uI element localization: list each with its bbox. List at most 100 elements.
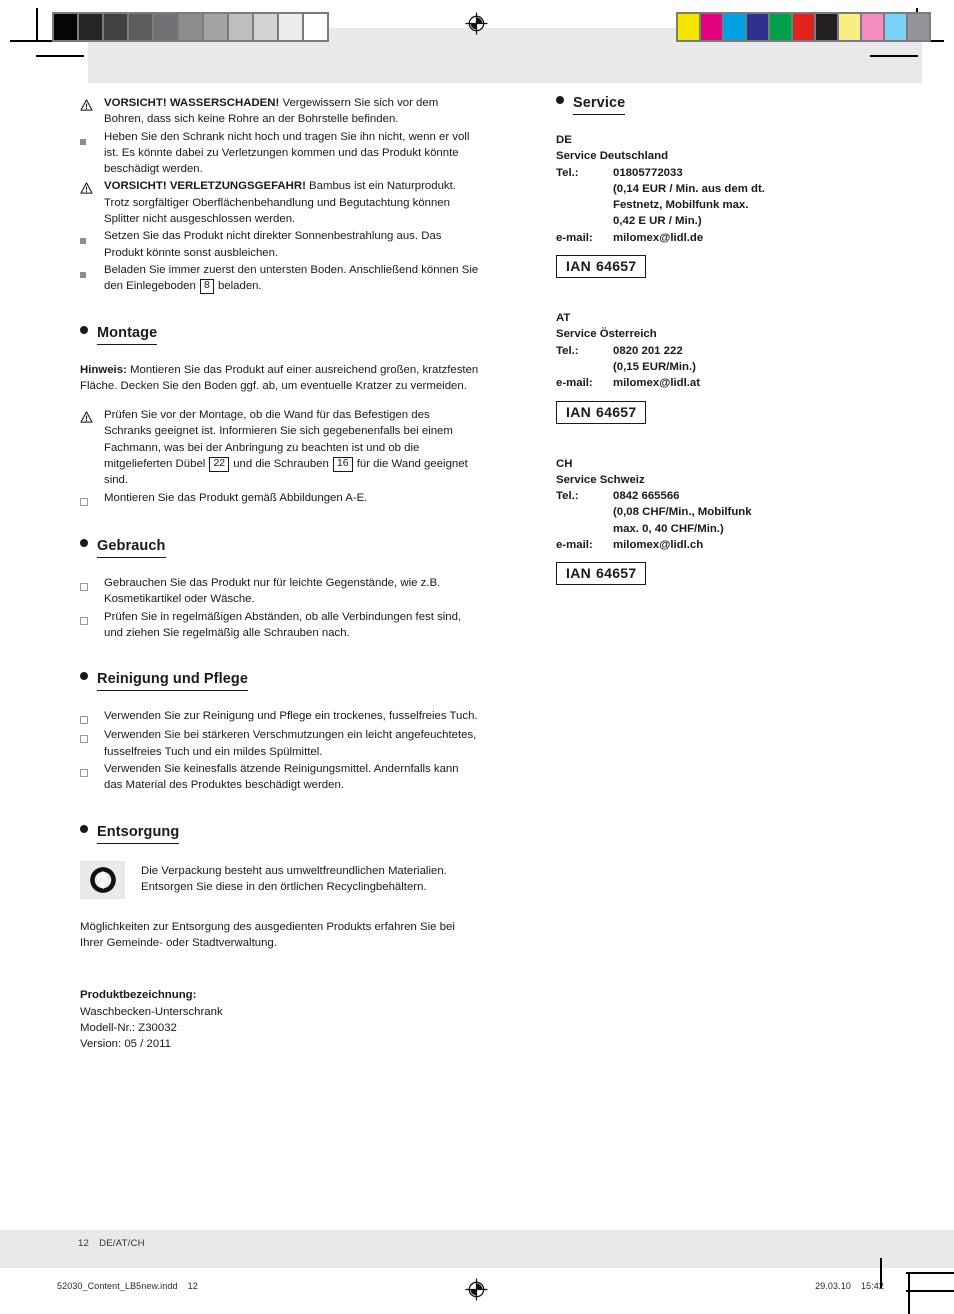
service-tel-note-spacer bbox=[556, 504, 613, 520]
service-tel-note-row: (0,08 CHF/Min., Mobilfunk bbox=[556, 504, 906, 520]
service-email-value-row: e-mail: milomex@lidl.at bbox=[556, 375, 906, 391]
color-swatch-3 bbox=[747, 14, 768, 40]
service-email-value: milomex@lidl.ch bbox=[613, 539, 704, 552]
service-email-value: milomex@lidl.at bbox=[613, 377, 701, 390]
montage-list-item-text: Prüfen Sie vor der Montage, ob die Wand … bbox=[104, 407, 480, 488]
service-tel-value: 0842 665566 bbox=[613, 490, 680, 503]
ian-number-box: IAN 64657 bbox=[556, 562, 647, 586]
hollow-square-bullet-icon bbox=[80, 575, 104, 593]
bullet-dot-icon bbox=[80, 824, 88, 833]
service-tel-label: Tel.: bbox=[556, 344, 579, 357]
ian-label: IAN bbox=[566, 258, 592, 275]
gray-swatch-6 bbox=[204, 14, 227, 40]
crop-mark-top-right-horizontal-b bbox=[870, 55, 918, 57]
part-reference-box: 16 bbox=[333, 457, 353, 472]
safety-text: Setzen Sie das Produkt nicht direkter So… bbox=[104, 230, 442, 259]
gray-swatch-7 bbox=[229, 14, 252, 40]
gebrauch-list-item-text: Prüfen Sie in regelmäßigen Abständen, ob… bbox=[104, 610, 462, 639]
gray-swatch-1 bbox=[79, 14, 102, 40]
part-reference-box: 22 bbox=[209, 457, 230, 472]
ian-value: 64657 bbox=[596, 403, 637, 420]
crop-mark-bottom-right-horizontal-a bbox=[906, 1272, 954, 1274]
hollow-square-bullet-icon bbox=[80, 490, 104, 508]
reinigung-list-item-text: Verwenden Sie bei stärkeren Verschmutzun… bbox=[104, 729, 477, 758]
folio-locale: DE/AT/CH bbox=[99, 1238, 145, 1249]
gray-swatch-5 bbox=[179, 14, 202, 40]
hollow-square-bullet-icon bbox=[80, 761, 104, 779]
part-reference-box: 8 bbox=[200, 279, 214, 294]
service-tel-value: 01805772033 bbox=[613, 166, 683, 179]
service-email-value: milomex@lidl.de bbox=[613, 231, 704, 244]
imprint-file-name: 52030_Content_LB5new.indd bbox=[57, 1281, 178, 1291]
montage-text-mid: und die Schrauben bbox=[230, 458, 332, 471]
gray-swatch-2 bbox=[104, 14, 127, 40]
safety-text-after: beladen. bbox=[214, 280, 262, 293]
service-tel-note-spacer bbox=[556, 359, 613, 375]
section-heading-montage: Montage bbox=[80, 325, 480, 345]
service-email-label: e-mail: bbox=[556, 377, 593, 390]
reinigung-list-item-text: Verwenden Sie keinesfalls ätzende Reinig… bbox=[104, 763, 459, 792]
entsorgung-paragraph: Möglichkeiten zur Entsorgung des ausgedi… bbox=[80, 920, 455, 949]
warning-triangle-icon bbox=[80, 95, 104, 114]
hollow-square-bullet-icon bbox=[80, 727, 104, 745]
safety-instructions-list: VORSICHT! WASSERSCHADEN! Vergewissern Si… bbox=[80, 95, 480, 295]
service-tel-value-row: Tel.: 0842 665566 bbox=[556, 488, 906, 504]
imprint-filename: 52030_Content_LB5new.indd 12 bbox=[57, 1281, 198, 1291]
page-content: VORSICHT! WASSERSCHADEN! Vergewissern Si… bbox=[0, 83, 954, 1230]
crop-mark-top-left-horizontal-b bbox=[36, 55, 84, 57]
montage-list-item: Prüfen Sie vor der Montage, ob die Wand … bbox=[80, 407, 480, 488]
service-tel-note-row: (0,15 EUR/Min.) bbox=[556, 359, 906, 375]
filled-square-bullet-icon bbox=[80, 228, 104, 246]
safety-text: Heben Sie den Schrank nicht hoch und tra… bbox=[104, 130, 470, 176]
warning-triangle-icon bbox=[80, 407, 104, 426]
gray-swatch-4 bbox=[154, 14, 177, 40]
color-swatch-4 bbox=[770, 14, 791, 40]
bullet-dot-icon bbox=[80, 672, 88, 681]
imprint-timestamp: 29.03.10 15:42 bbox=[815, 1281, 884, 1291]
service-country-name: Service Deutschland bbox=[556, 150, 669, 163]
crop-mark-bottom-right-horizontal-b bbox=[906, 1290, 954, 1292]
section-heading-gebrauch: Gebrauch bbox=[80, 538, 480, 558]
service-country-name: Service Schweiz bbox=[556, 473, 645, 486]
reinigung-list-item: Verwenden Sie keinesfalls ätzende Reinig… bbox=[80, 761, 480, 794]
product-model: Modell-Nr.: Z30032 bbox=[80, 1021, 177, 1034]
filled-square-bullet-icon bbox=[80, 129, 104, 147]
crop-mark-top-left-vertical bbox=[36, 8, 38, 42]
service-tel-note: 0,42 E UR / Min.) bbox=[613, 215, 702, 228]
folio-page-number: 12 bbox=[78, 1238, 90, 1249]
crop-mark-top-left-horizontal-a bbox=[10, 40, 58, 42]
safety-warning-label: VORSICHT! WASSERSCHADEN! bbox=[104, 97, 280, 109]
service-tel-note-row: Festnetz, Mobilfunk max. bbox=[556, 197, 906, 213]
green-dot-recycling-icon bbox=[80, 860, 125, 899]
service-tel-note: (0,14 EUR / Min. aus dem dt. bbox=[613, 182, 765, 195]
montage-note-text: Montieren Sie das Produkt auf einer ausr… bbox=[80, 363, 479, 392]
safety-text: Beladen Sie immer zuerst den untersten B… bbox=[104, 263, 479, 293]
gebrauch-list-item-text: Gebrauchen Sie das Produkt nur für leich… bbox=[104, 576, 441, 606]
safety-list-item-text: VORSICHT! WASSERSCHADEN! Vergewissern Si… bbox=[104, 95, 480, 128]
gebrauch-list-item: Gebrauchen Sie das Produkt nur für leich… bbox=[80, 575, 480, 608]
montage-note: Hinweis: Montieren Sie das Produkt auf e… bbox=[80, 362, 480, 395]
service-tel-value: 0820 201 222 bbox=[613, 344, 683, 357]
service-block-ch: CH Service Schweiz Tel.: 0842 665566 (0,08 C… bbox=[556, 456, 906, 612]
service-email-value-row: e-mail: milomex@lidl.ch bbox=[556, 537, 906, 553]
product-designation-block: Produktbezeichnung: Waschbecken-Untersch… bbox=[80, 987, 480, 1052]
right-column: Service DE Service Deutschland Tel.: 018057… bbox=[556, 95, 906, 617]
service-block-de: DE Service Deutschland Tel.: 01805772033 (0,… bbox=[556, 132, 906, 304]
service-contact-blocks: DE Service Deutschland Tel.: 01805772033 (0,… bbox=[556, 132, 906, 611]
service-tel-note-spacer bbox=[556, 213, 613, 229]
service-tel-note-spacer bbox=[556, 521, 613, 537]
color-swatch-8 bbox=[862, 14, 883, 40]
service-email-label: e-mail: bbox=[556, 231, 593, 244]
product-name: Waschbecken-Unterschrank bbox=[80, 1005, 223, 1018]
service-tel-note: (0,08 CHF/Min., Mobilfunk bbox=[613, 506, 752, 519]
gray-swatch-3 bbox=[129, 14, 152, 40]
service-tel-note: Festnetz, Mobilfunk max. bbox=[613, 199, 749, 212]
safety-warning-label: VORSICHT! VERLETZUNGSGEFAHR! bbox=[104, 180, 306, 193]
gebrauch-list-item: Prüfen Sie in regelmäßigen Abständen, ob… bbox=[80, 609, 480, 642]
service-country-code: CH bbox=[556, 457, 573, 470]
registration-target-icon bbox=[465, 12, 488, 35]
section-heading-service: Service bbox=[556, 95, 906, 115]
ian-value: 64657 bbox=[596, 565, 637, 582]
safety-list-item: VORSICHT! VERLETZUNGSGEFAHR! Bambus ist … bbox=[80, 178, 480, 227]
safety-list-item-text: Setzen Sie das Produkt nicht direkter So… bbox=[104, 228, 480, 261]
